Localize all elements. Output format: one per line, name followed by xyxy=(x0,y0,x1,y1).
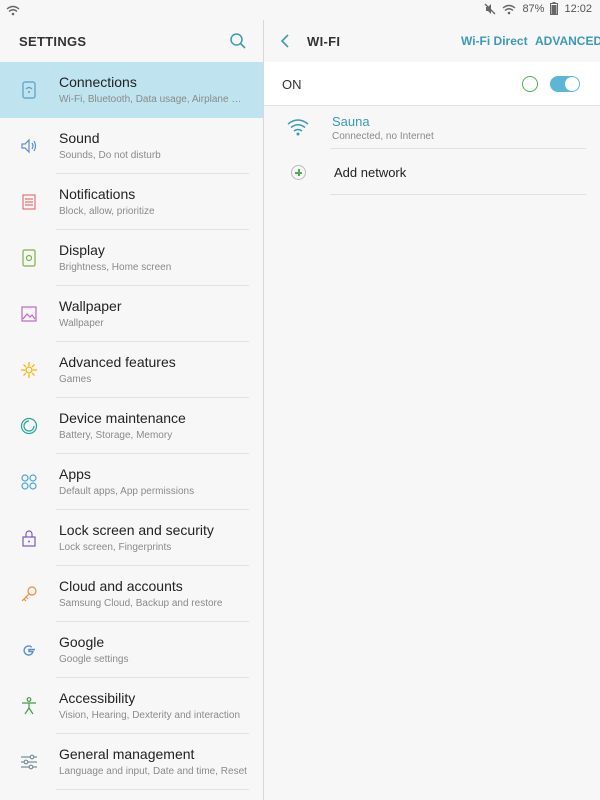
device-maintenance-icon xyxy=(19,416,39,436)
battery-percent: 87% xyxy=(522,2,545,15)
menu-item-device-maintenance[interactable]: Device maintenance Battery, Storage, Mem… xyxy=(0,398,263,454)
wifi-icon xyxy=(6,3,20,21)
menu-item-advanced-features[interactable]: Advanced features Games xyxy=(0,342,263,398)
menu-item-title: Display xyxy=(59,242,105,258)
menu-item-title: Wallpaper xyxy=(59,298,122,314)
display-icon xyxy=(19,248,39,268)
wifi-signal-icon xyxy=(502,3,516,15)
menu-item-title: Sound xyxy=(59,130,100,146)
add-network-button[interactable]: Add network xyxy=(264,149,600,195)
mute-icon xyxy=(484,3,496,15)
menu-item-subtitle: Block, allow, prioritize xyxy=(59,206,155,217)
menu-item-title: General management xyxy=(59,746,195,762)
wifi-on-label: ON xyxy=(282,77,302,92)
menu-item-title: Notifications xyxy=(59,186,136,202)
wifi-master-switch-row[interactable]: ON xyxy=(264,62,600,106)
menu-item-subtitle: Google settings xyxy=(59,654,129,665)
sliders-icon xyxy=(19,752,39,772)
menu-item-title: Cloud and accounts xyxy=(59,578,183,594)
wifi-direct-button[interactable]: Wi-Fi Direct xyxy=(461,34,528,48)
menu-item-subtitle: Wallpaper xyxy=(59,318,104,329)
lock-icon xyxy=(19,528,39,548)
divider xyxy=(330,194,586,195)
add-network-label: Add network xyxy=(334,165,407,180)
accessibility-icon xyxy=(19,696,39,716)
menu-item-title: Device maintenance xyxy=(59,410,186,426)
menu-item-subtitle: Vision, Hearing, Dexterity and interacti… xyxy=(59,710,241,721)
menu-item-wallpaper[interactable]: Wallpaper Wallpaper xyxy=(0,286,263,342)
menu-item-subtitle: Sounds, Do not disturb xyxy=(59,150,161,161)
back-arrow-icon[interactable] xyxy=(278,33,294,49)
menu-item-subtitle: Default apps, App permissions xyxy=(59,486,195,497)
menu-item-sound[interactable]: Sound Sounds, Do not disturb xyxy=(0,118,263,174)
plus-icon xyxy=(291,165,306,180)
menu-item-subtitle: Games xyxy=(59,374,92,385)
wifi-header: WI-FI Wi-Fi Direct ADVANCED xyxy=(264,20,600,62)
page-title: SETTINGS xyxy=(19,34,87,49)
wifi-toggle[interactable] xyxy=(550,76,580,92)
menu-item-subtitle: Lock screen, Fingerprints xyxy=(59,542,172,553)
menu-item-connections[interactable]: Connections Wi-Fi, Bluetooth, Data usage… xyxy=(0,62,263,118)
network-item-sauna[interactable]: Sauna Connected, no Internet xyxy=(264,107,600,149)
menu-item-display[interactable]: Display Brightness, Home screen xyxy=(0,230,263,286)
menu-item-cloud-accounts[interactable]: Cloud and accounts Samsung Cloud, Backup… xyxy=(0,566,263,622)
connections-icon xyxy=(19,80,39,100)
menu-item-title: Apps xyxy=(59,466,91,482)
apps-icon xyxy=(19,472,39,492)
key-icon xyxy=(19,584,39,604)
menu-item-notifications[interactable]: Notifications Block, allow, prioritize xyxy=(0,174,263,230)
wifi-signal-icon xyxy=(286,117,310,137)
wifi-title: WI-FI xyxy=(307,34,341,49)
menu-item-title: Accessibility xyxy=(59,690,136,706)
settings-header: SETTINGS xyxy=(0,20,263,62)
status-bar: 87% 12:02 xyxy=(0,0,600,20)
menu-item-title: Advanced features xyxy=(59,354,176,370)
menu-item-apps[interactable]: Apps Default apps, App permissions xyxy=(0,454,263,510)
sound-icon xyxy=(19,136,39,156)
menu-item-subtitle: Language and input, Date and time, Reset xyxy=(59,766,247,777)
search-icon[interactable] xyxy=(229,32,247,50)
advanced-button[interactable]: ADVANCED xyxy=(535,34,600,48)
menu-item-subtitle: Battery, Storage, Memory xyxy=(59,430,173,441)
wallpaper-icon xyxy=(19,304,39,324)
battery-icon xyxy=(550,2,559,15)
scanning-icon xyxy=(522,76,538,92)
notifications-icon xyxy=(19,192,39,212)
google-icon xyxy=(19,640,39,660)
network-name: Sauna xyxy=(332,114,370,129)
menu-item-lock-screen-security[interactable]: Lock screen and security Lock screen, Fi… xyxy=(0,510,263,566)
toggle-knob xyxy=(565,77,579,91)
advanced-features-icon xyxy=(19,360,39,380)
menu-item-accessibility[interactable]: Accessibility Vision, Hearing, Dexterity… xyxy=(0,678,263,734)
clock: 12:02 xyxy=(564,2,592,15)
menu-item-subtitle: Brightness, Home screen xyxy=(59,262,172,273)
menu-item-google[interactable]: Google Google settings xyxy=(0,622,263,678)
menu-item-subtitle: Wi-Fi, Bluetooth, Data usage, Airplane m… xyxy=(59,94,249,105)
divider xyxy=(56,789,249,790)
menu-item-subtitle: Samsung Cloud, Backup and restore xyxy=(59,598,223,609)
network-status: Connected, no Internet xyxy=(332,131,434,142)
settings-pane: SETTINGS Connections Wi-Fi, Bluetooth, D… xyxy=(0,20,263,800)
menu-item-title: Connections xyxy=(59,74,137,90)
settings-menu: Connections Wi-Fi, Bluetooth, Data usage… xyxy=(0,62,263,790)
wifi-pane: WI-FI Wi-Fi Direct ADVANCED ON Sauna Con… xyxy=(264,20,600,800)
menu-item-title: Google xyxy=(59,634,105,650)
menu-item-title: Lock screen and security xyxy=(59,522,214,538)
menu-item-general-management[interactable]: General management Language and input, D… xyxy=(0,734,263,790)
